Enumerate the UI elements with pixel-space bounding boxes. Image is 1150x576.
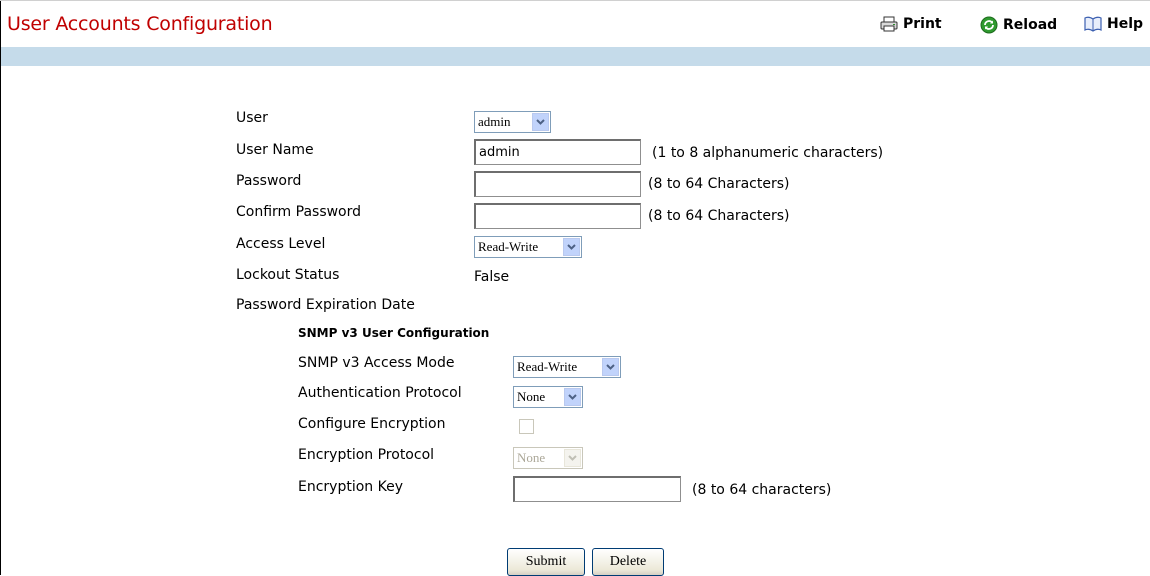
reload-button[interactable]: Reload	[980, 16, 1057, 34]
access-level-value: Read-Write	[478, 239, 539, 254]
confirm-password-input[interactable]	[474, 203, 641, 229]
chevron-down-icon	[564, 388, 581, 406]
snmp-access-mode-value: Read-Write	[517, 359, 578, 374]
auth-protocol-label: Authentication Protocol	[298, 385, 462, 401]
header-band	[1, 47, 1150, 66]
chevron-down-icon	[602, 358, 619, 376]
password-input[interactable]	[474, 171, 641, 197]
print-button[interactable]: Print	[880, 16, 942, 32]
encryption-protocol-value: None	[517, 450, 546, 465]
delete-button[interactable]: Delete	[592, 548, 664, 576]
auth-protocol-select[interactable]: None	[513, 386, 583, 408]
configure-encryption-label: Configure Encryption	[298, 416, 446, 432]
reload-icon	[980, 16, 998, 34]
user-select-value: admin	[478, 114, 511, 129]
confirm-password-hint: (8 to 64 Characters)	[648, 208, 790, 224]
auth-protocol-value: None	[517, 389, 546, 404]
password-expiration-label: Password Expiration Date	[236, 297, 415, 313]
user-name-label: User Name	[236, 142, 314, 158]
help-label: Help	[1107, 16, 1144, 32]
snmp-access-mode-select[interactable]: Read-Write	[513, 356, 621, 378]
printer-icon	[880, 16, 898, 32]
user-name-input[interactable]	[474, 139, 641, 165]
snmp-section-title: SNMP v3 User Configuration	[298, 326, 490, 340]
chevron-down-icon	[563, 238, 580, 256]
page-top-border	[0, 0, 1150, 1]
reload-label: Reload	[1003, 17, 1058, 33]
user-select[interactable]: admin	[474, 111, 551, 133]
print-label: Print	[903, 16, 942, 32]
encryption-key-hint: (8 to 64 characters)	[692, 482, 832, 498]
encryption-protocol-select[interactable]: None	[513, 447, 583, 469]
submit-button[interactable]: Submit	[507, 548, 585, 576]
access-level-select[interactable]: Read-Write	[474, 236, 582, 258]
page-left-border	[0, 0, 1, 575]
page-title: User Accounts Configuration	[7, 13, 273, 35]
help-book-icon	[1084, 16, 1102, 32]
configure-encryption-checkbox[interactable]	[519, 419, 534, 434]
chevron-down-icon	[532, 113, 549, 131]
snmp-access-mode-label: SNMP v3 Access Mode	[298, 355, 455, 371]
password-hint: (8 to 64 Characters)	[648, 176, 790, 192]
password-label: Password	[236, 173, 302, 189]
encryption-key-label: Encryption Key	[298, 479, 403, 495]
lockout-status-value: False	[474, 269, 510, 285]
access-level-label: Access Level	[236, 236, 326, 252]
encryption-protocol-label: Encryption Protocol	[298, 447, 435, 463]
user-label: User	[236, 110, 268, 126]
lockout-status-label: Lockout Status	[236, 267, 340, 283]
chevron-down-icon	[564, 449, 581, 467]
help-button[interactable]: Help	[1084, 16, 1143, 32]
encryption-key-input[interactable]	[513, 476, 681, 502]
user-name-hint: (1 to 8 alphanumeric characters)	[652, 145, 884, 161]
confirm-password-label: Confirm Password	[236, 204, 362, 220]
